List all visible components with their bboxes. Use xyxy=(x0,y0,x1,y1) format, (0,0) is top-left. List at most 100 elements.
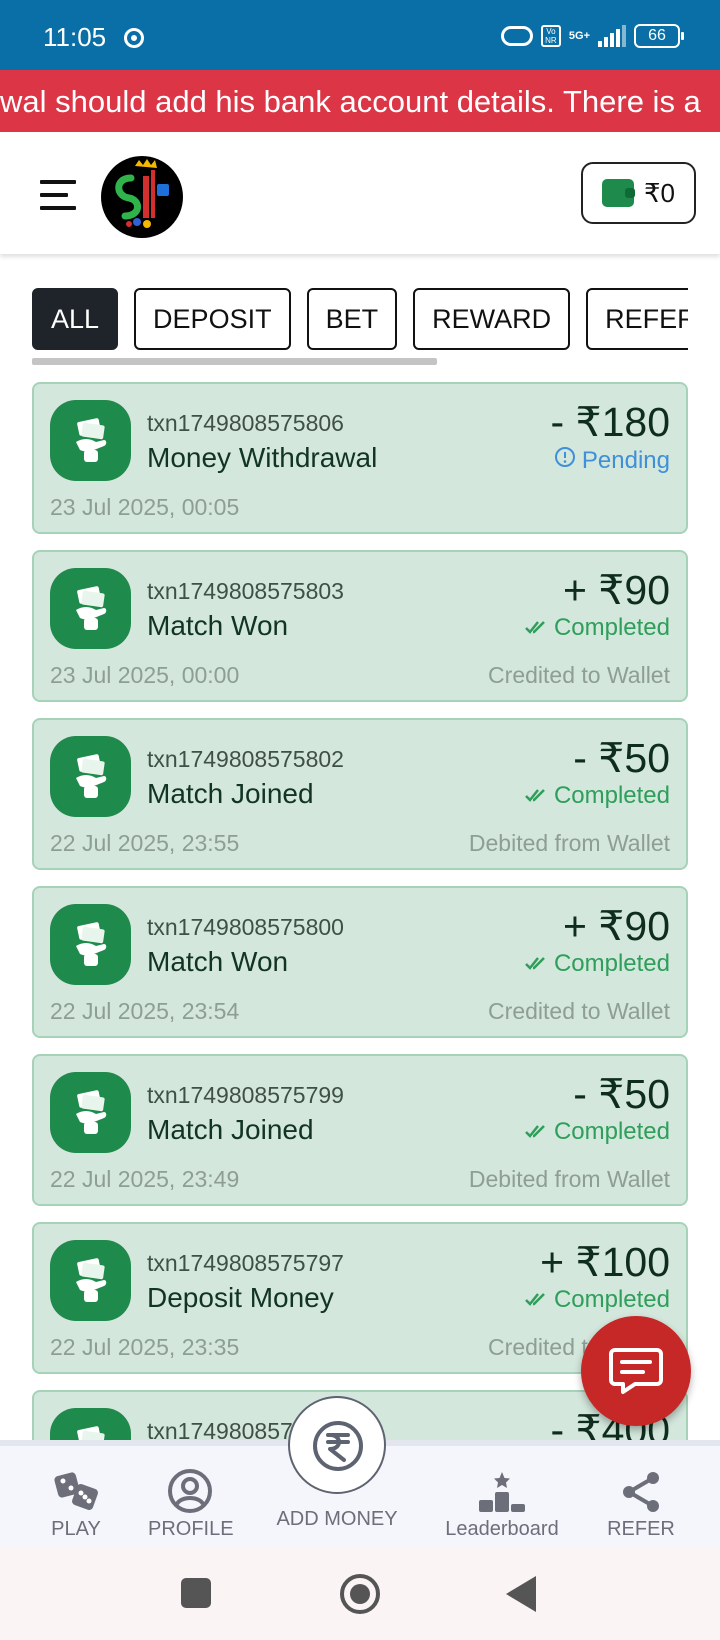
nav-profile[interactable]: PROFILE xyxy=(148,1468,234,1541)
transaction-id: txn1749808575806 xyxy=(147,410,344,436)
add-money-button[interactable] xyxy=(288,1396,386,1494)
transaction-date: 22 Jul 2025, 23:49 xyxy=(50,1166,240,1192)
status-time: 11:05 xyxy=(43,22,107,52)
money-hand-icon xyxy=(50,736,131,817)
tab-deposit[interactable]: DEPOSIT xyxy=(134,288,291,350)
transaction-note: Debited from Wallet xyxy=(468,1166,670,1192)
transaction-id: txn1749808575800 xyxy=(147,914,344,940)
status-icons: Vo NR 5G+ 66 xyxy=(500,24,684,48)
transaction-status: Completed xyxy=(524,1118,670,1146)
transaction-amount: - ₹180 xyxy=(550,399,670,445)
transaction-title: Money Withdrawal xyxy=(147,442,378,473)
status-bar: 11:05 Vo NR 5G+ 66 xyxy=(0,0,720,70)
battery-icon: 66 xyxy=(634,24,684,48)
transaction-list[interactable]: txn1749808575806 Money Withdrawal - ₹180 Pe… xyxy=(32,382,688,1440)
nav-leaderboard-label: Leaderboard xyxy=(445,1518,559,1540)
nav-play-label: PLAY xyxy=(51,1518,101,1540)
transaction-card[interactable]: txn1749808575800 Match Won + ₹90 Completed 2… xyxy=(32,886,688,1038)
tabs-scrollbar[interactable] xyxy=(32,358,437,365)
money-hand-icon xyxy=(50,568,131,649)
transaction-status: Completed xyxy=(524,950,670,978)
pending-clock-icon xyxy=(554,446,576,475)
filter-tabs: ALL DEPOSIT BET REWARD REFERRA xyxy=(32,288,688,350)
double-check-icon xyxy=(524,614,548,642)
transaction-status: Pending xyxy=(554,446,670,475)
transaction-id: txn1749808575802 xyxy=(147,746,344,772)
transaction-card[interactable]: txn1749808575806 Money Withdrawal - ₹180 Pe… xyxy=(32,382,688,534)
network-label: 5G+ xyxy=(568,29,590,42)
double-check-icon xyxy=(524,1118,548,1146)
transaction-status-label: Pending xyxy=(581,446,670,474)
home-icon[interactable] xyxy=(340,1574,380,1614)
transaction-title: Match Won xyxy=(147,610,289,641)
system-navigation-bar xyxy=(0,1548,720,1640)
double-check-icon xyxy=(524,1286,548,1314)
money-hand-icon xyxy=(50,1072,131,1153)
money-hand-icon xyxy=(50,1408,131,1440)
transaction-title: Deposit Money xyxy=(147,1282,334,1313)
hamburger-icon[interactable] xyxy=(40,180,76,210)
transaction-amount: + ₹100 xyxy=(540,1239,670,1285)
signal-bars-icon xyxy=(598,25,626,47)
transaction-card[interactable]: txn1749808575802 Match Joined - ₹50 Complet… xyxy=(32,718,688,870)
transaction-note: Credited to Wallet xyxy=(488,998,670,1024)
transaction-id: txn1749808575803 xyxy=(147,578,344,604)
transaction-date: 22 Jul 2025, 23:54 xyxy=(50,998,240,1024)
transaction-amount: + ₹90 xyxy=(562,567,670,613)
transaction-card[interactable]: txn1749808575799 Match Joined - ₹50 Complet… xyxy=(32,1054,688,1206)
screen-record-icon xyxy=(124,28,144,48)
money-hand-icon xyxy=(50,904,131,985)
wallet-balance: ₹0 xyxy=(643,177,675,208)
volte-icon: Vo NR xyxy=(540,25,561,47)
transaction-status-label: Completed xyxy=(553,1118,670,1145)
wallet-icon xyxy=(601,179,635,207)
transaction-date: 22 Jul 2025, 23:55 xyxy=(50,830,240,856)
transaction-card[interactable]: txn1749808575803 Match Won + ₹90 Completed 2… xyxy=(32,550,688,702)
wallet-button[interactable]: ₹0 xyxy=(581,162,696,224)
transaction-amount: + ₹90 xyxy=(562,903,670,949)
app-header: ₹0 xyxy=(0,132,720,254)
transaction-status-label: Completed xyxy=(553,950,670,977)
nav-leaderboard[interactable]: Leaderboard xyxy=(442,1468,562,1541)
tab-referral[interactable]: REFERRA xyxy=(586,288,688,350)
transaction-title: Match Joined xyxy=(147,1114,314,1145)
money-hand-icon xyxy=(50,1240,131,1321)
chat-support-icon xyxy=(609,1348,663,1394)
transaction-id: txn1749808575799 xyxy=(147,1082,344,1108)
rupee-icon xyxy=(313,1421,363,1471)
nav-play[interactable]: PLAY xyxy=(44,1468,108,1541)
chat-support-button[interactable] xyxy=(581,1316,691,1426)
tab-all[interactable]: ALL xyxy=(32,288,119,350)
transaction-title: Match Joined xyxy=(147,778,314,809)
transaction-note: Credited to Wallet xyxy=(488,662,670,688)
link-icon xyxy=(500,26,533,46)
transaction-date: 23 Jul 2025, 00:05 xyxy=(50,494,240,520)
transaction-id: txn1749808575797 xyxy=(147,1250,344,1276)
tab-bet[interactable]: BET xyxy=(306,288,398,350)
marquee-text: wal should add his bank account details.… xyxy=(0,84,701,119)
app-logo[interactable] xyxy=(101,156,183,238)
back-icon[interactable] xyxy=(506,1576,536,1612)
nav-refer-label: REFER xyxy=(607,1518,675,1540)
profile-icon xyxy=(148,1468,232,1514)
tab-reward[interactable]: REWARD xyxy=(413,288,571,350)
money-hand-icon xyxy=(50,400,131,481)
transaction-date: 23 Jul 2025, 00:00 xyxy=(50,662,240,688)
nav-refer[interactable]: REFER xyxy=(606,1468,676,1541)
double-check-icon xyxy=(524,782,548,810)
transaction-status: Completed xyxy=(524,1286,670,1314)
transaction-status-label: Completed xyxy=(553,782,670,809)
nav-profile-label: PROFILE xyxy=(148,1518,234,1540)
nav-add-money-label: ADD MONEY xyxy=(276,1508,398,1530)
transaction-date: 22 Jul 2025, 23:35 xyxy=(50,1334,240,1360)
share-icon xyxy=(606,1468,676,1514)
transaction-status-label: Completed xyxy=(553,1286,670,1313)
recents-icon[interactable] xyxy=(181,1578,211,1608)
transaction-status: Completed xyxy=(524,782,670,810)
transaction-title: Match Won xyxy=(147,946,289,977)
transaction-status-label: Completed xyxy=(553,614,670,641)
transaction-note: Debited from Wallet xyxy=(468,830,670,856)
double-check-icon xyxy=(524,950,548,978)
dice-icon xyxy=(44,1468,108,1514)
nav-add-money[interactable]: ADD MONEY xyxy=(276,1508,398,1531)
